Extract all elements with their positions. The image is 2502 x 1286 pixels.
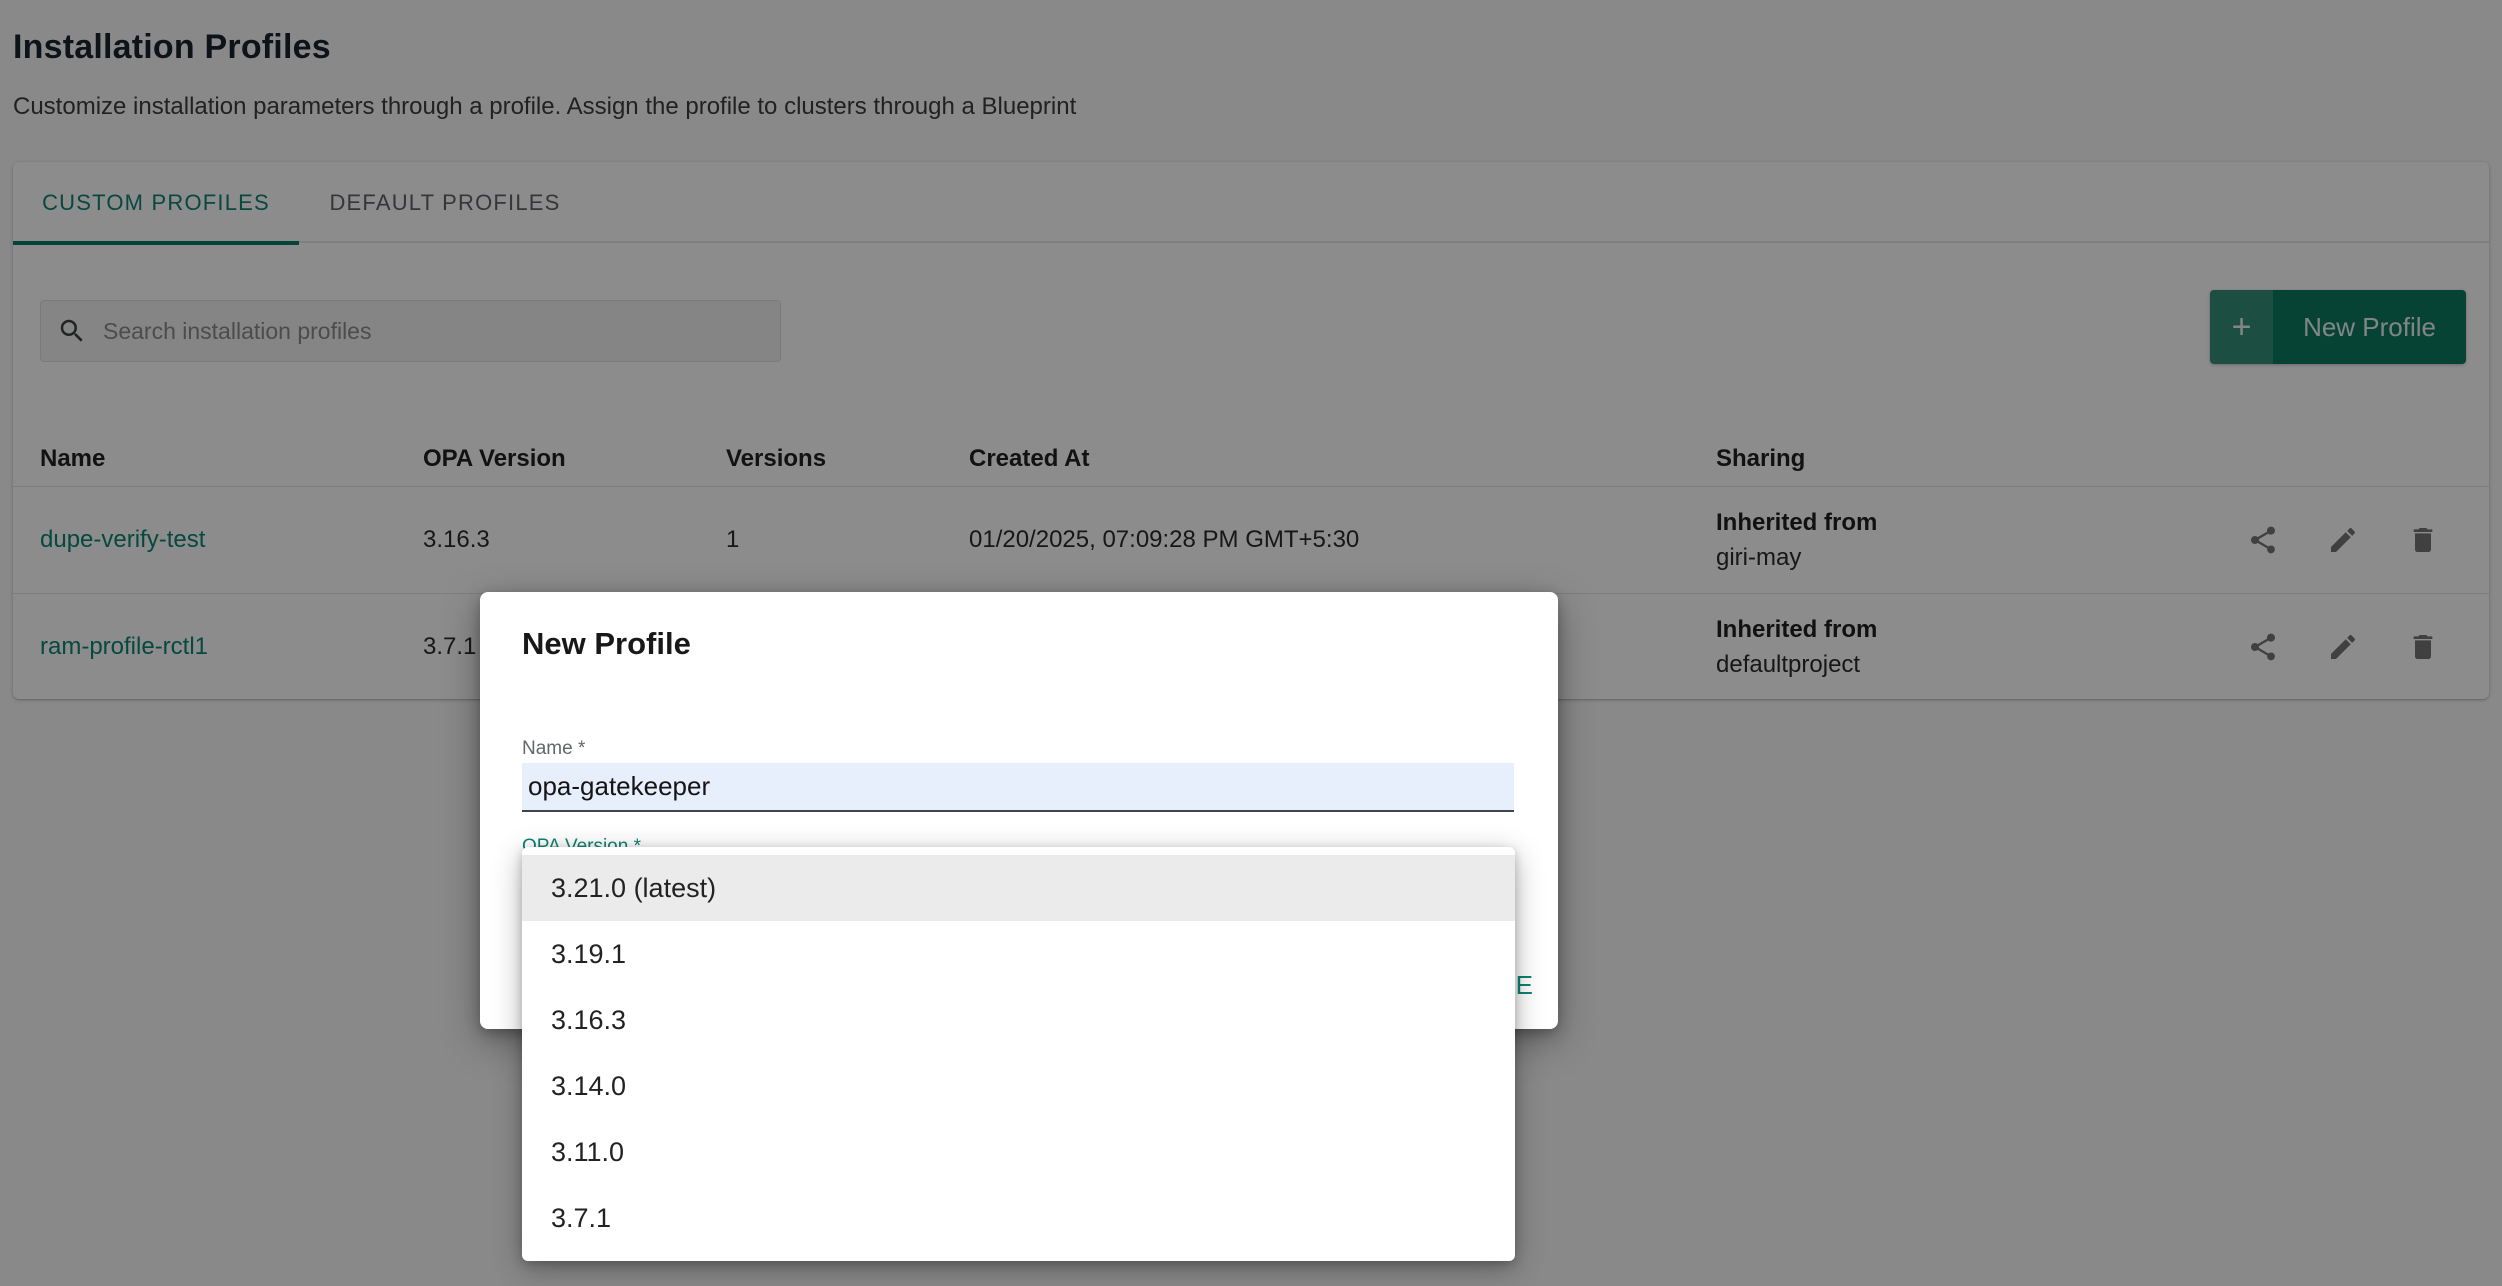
dropdown-option[interactable]: 3.14.0 (522, 1053, 1515, 1119)
dialog-action-button-partial[interactable]: E (1516, 970, 1534, 1001)
name-input[interactable] (522, 763, 1514, 812)
dropdown-option[interactable]: 3.21.0 (latest) (522, 855, 1515, 921)
dropdown-option[interactable]: 3.16.3 (522, 987, 1515, 1053)
opa-version-dropdown: 3.21.0 (latest) 3.19.1 3.16.3 3.14.0 3.1… (522, 847, 1515, 1261)
dropdown-option[interactable]: 3.19.1 (522, 921, 1515, 987)
dropdown-option[interactable]: 3.11.0 (522, 1119, 1515, 1185)
name-field-label: Name * (522, 738, 585, 760)
dialog-title: New Profile (522, 626, 691, 662)
dropdown-option[interactable]: 3.7.1 (522, 1185, 1515, 1251)
